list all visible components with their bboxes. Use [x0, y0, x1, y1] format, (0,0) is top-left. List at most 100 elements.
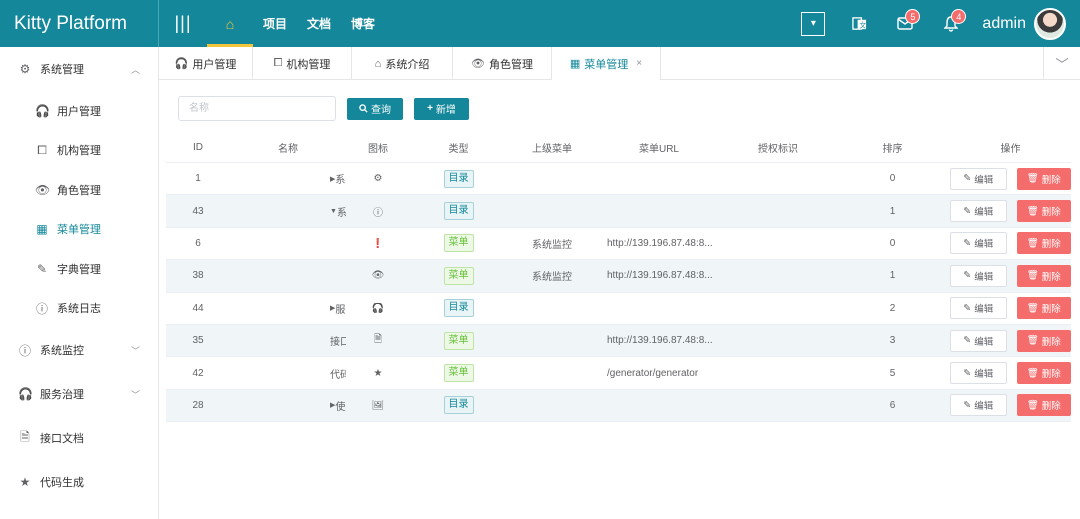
sidebar-item-3[interactable]: 👁 角色管理 [0, 170, 158, 210]
delete-button[interactable]: 🗑 删除 [1016, 232, 1071, 255]
sidebar-item-7[interactable]: ⓘ 系统监控 ﹀ [0, 328, 158, 372]
tree-node: 接口文档 [230, 333, 346, 348]
edit-icon: ✎ [963, 237, 972, 249]
home-icon: ⌂ [225, 15, 235, 32]
username[interactable]: admin [982, 15, 1026, 33]
search-toolbar: 查询 + 新增 [178, 96, 469, 121]
sidebar-item-label: 机构管理 [57, 145, 101, 158]
edit-label: 编辑 [974, 239, 994, 251]
edit-button[interactable]: ✎ 编辑 [950, 362, 1007, 385]
edit-icon: ✎ [963, 302, 972, 314]
sidebar-item-10[interactable]: ★ 代码生成 [0, 460, 158, 504]
chevron-down-icon[interactable]: ﹀ [1043, 47, 1080, 80]
eye-icon: 👁 [471, 58, 485, 70]
sidebar-item-label: 接口文档 [40, 433, 84, 445]
edit-button[interactable]: ✎ 编辑 [950, 167, 1007, 190]
cell-order: 1 [889, 205, 896, 217]
type-tag: 目录 [443, 396, 474, 415]
tab-system-intro[interactable]: ⌂ 系统介绍 [352, 47, 453, 80]
menu-name: 使用案例 [335, 401, 346, 413]
sidebar-item-6[interactable]: ⓘ 系统日志 [0, 289, 158, 329]
cell-actions: ✎ 编辑 🗑 删除 [950, 264, 1071, 287]
nav-home[interactable]: ⌂ [207, 0, 253, 47]
cell-order: 0 [889, 173, 896, 185]
edit-icon: ✎ [963, 335, 972, 347]
close-icon[interactable]: × [636, 58, 642, 69]
sidebar-item-0[interactable]: ⚙ 系统管理 ︿ [0, 47, 158, 91]
edit-button[interactable]: ✎ 编辑 [950, 200, 1007, 223]
cell-type: 菜单 [410, 234, 507, 253]
edit-button[interactable]: ✎ 编辑 [950, 329, 1007, 352]
org-icon: ⧠ [273, 57, 283, 69]
sidebar-item-2[interactable]: ⧠ 机构管理 [0, 131, 158, 171]
tab-role-manage[interactable]: 👁 角色管理 [453, 47, 552, 80]
delete-label: 删除 [1041, 336, 1061, 348]
nav-blog[interactable]: 博客 [341, 0, 385, 47]
chevron-down-icon: ﹀ [130, 345, 140, 356]
menu-name: 服务治理 [335, 304, 346, 316]
theme-picker[interactable]: ▾ [790, 0, 836, 47]
sidebar-item-8[interactable]: 🎧 服务治理 ﹀ [0, 372, 158, 416]
cell-name: ▶系统管理 [230, 171, 346, 186]
tab-user-manage[interactable]: 🎧 用户管理 [159, 47, 253, 80]
sidebar-item-1[interactable]: 🎧 用户管理 [0, 91, 158, 131]
cell-name: 代码生成 [230, 366, 346, 381]
delete-label: 删除 [1041, 239, 1061, 251]
nav-projects[interactable]: 项目 [253, 0, 297, 47]
eye-icon: 👁 [35, 182, 51, 197]
search-input[interactable] [178, 96, 336, 121]
cell-name: 接口文档 [230, 333, 346, 348]
avatar[interactable] [1034, 7, 1066, 40]
tree-node: ▶系统管理 [230, 171, 346, 186]
chevron-down-icon: ﹀ [130, 389, 140, 400]
sidebar-item-9[interactable]: 🗎 接口文档 [0, 416, 158, 460]
cell-name: 服务监控 [230, 268, 346, 283]
tab-org-manage[interactable]: ⧠ 机构管理 [253, 47, 352, 80]
warning-icon: ❗ [371, 237, 385, 249]
menu-toggle-icon[interactable]: ||| [159, 0, 207, 47]
delete-button[interactable]: 🗑 删除 [1016, 297, 1071, 320]
edit-button[interactable]: ✎ 编辑 [950, 394, 1007, 417]
col-type: 类型 [448, 143, 469, 155]
cell-type: 菜单 [410, 266, 507, 285]
sidebar-item-label: 角色管理 [57, 184, 101, 197]
sidebar-item-label: 系统管理 [40, 64, 84, 76]
search-icon [359, 104, 368, 113]
tab-bar: 🎧 用户管理 ⧠ 机构管理 ⌂ 系统介绍 👁 角色管理 ▦ 菜单管理 × ﹀ [159, 47, 1080, 80]
nav-docs[interactable]: 文档 [297, 0, 341, 47]
col-actions: 操作 [1000, 143, 1021, 155]
edit-button[interactable]: ✎ 编辑 [950, 232, 1007, 255]
app-logo[interactable]: Kitty Platform [0, 0, 159, 47]
sidebar-item-5[interactable]: ✎ 字典管理 [0, 249, 158, 289]
add-button[interactable]: + 新增 [414, 97, 469, 120]
mail-button[interactable]: 5 [882, 0, 928, 47]
translate-icon[interactable]: 文 [836, 0, 882, 47]
trash-icon: 🗑 [1026, 237, 1039, 249]
sidebar-item-4[interactable]: ▦ 菜单管理 [0, 210, 158, 250]
sidebar-item-label: 代码生成 [40, 477, 84, 489]
delete-button[interactable]: 🗑 删除 [1016, 167, 1071, 190]
delete-button[interactable]: 🗑 删除 [1016, 329, 1071, 352]
headset-icon: 🎧 [18, 387, 33, 401]
edit-button[interactable]: ✎ 编辑 [950, 297, 1007, 320]
headset-icon: 🎧 [174, 58, 189, 70]
query-button[interactable]: 查询 [347, 97, 403, 120]
svg-text:文: 文 [859, 20, 866, 29]
caret-down-icon[interactable]: ▼ [330, 208, 337, 215]
delete-button[interactable]: 🗑 删除 [1016, 200, 1071, 223]
delete-button[interactable]: 🗑 删除 [1016, 264, 1071, 287]
menu-name: 代码生成 [330, 369, 346, 381]
tree-node: 服务监控 [230, 268, 346, 283]
delete-button[interactable]: 🗑 删除 [1016, 394, 1071, 417]
cell-id: 6 [195, 237, 201, 249]
delete-button[interactable]: 🗑 删除 [1016, 362, 1071, 385]
tab-menu-manage[interactable]: ▦ 菜单管理 × [552, 47, 661, 80]
type-tag: 菜单 [443, 364, 474, 383]
cell-type: 菜单 [410, 331, 507, 350]
col-parent: 上级菜单 [532, 143, 572, 155]
info-icon: ⓘ [373, 207, 383, 219]
edit-button[interactable]: ✎ 编辑 [950, 264, 1007, 287]
table-row: 42 代码生成 ★ 菜单/generator/generator 5 ✎编辑 🗑删除 [166, 357, 1071, 390]
notification-button[interactable]: 4 [928, 0, 974, 47]
type-tag: 目录 [443, 169, 474, 188]
